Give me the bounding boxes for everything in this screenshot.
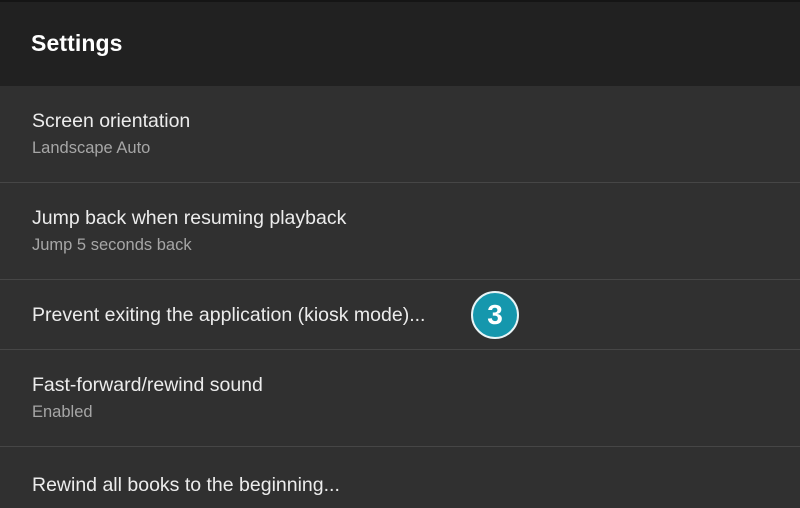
step-number-badge: 3 xyxy=(471,291,519,339)
kiosk-mode-setting[interactable]: Prevent exiting the application (kiosk m… xyxy=(0,280,800,350)
setting-summary: Jump 5 seconds back xyxy=(32,236,192,254)
setting-title: Fast-forward/rewind sound xyxy=(32,374,263,396)
jump-back-setting[interactable]: Jump back when resuming playback Jump 5 … xyxy=(0,183,800,280)
settings-screen: Settings Screen orientation Landscape Au… xyxy=(0,0,800,508)
settings-list: Screen orientation Landscape Auto Jump b… xyxy=(0,86,800,508)
rewind-all-books-setting[interactable]: Rewind all books to the beginning... xyxy=(0,447,800,508)
app-bar: Settings xyxy=(0,2,800,86)
setting-title: Screen orientation xyxy=(32,110,191,132)
screen-orientation-setting[interactable]: Screen orientation Landscape Auto xyxy=(0,86,800,183)
setting-summary: Landscape Auto xyxy=(32,139,151,157)
setting-title: Jump back when resuming playback xyxy=(32,207,347,229)
fast-forward-sound-setting[interactable]: Fast-forward/rewind sound Enabled xyxy=(0,350,800,447)
setting-summary: Enabled xyxy=(32,403,93,421)
setting-title: Rewind all books to the beginning... xyxy=(32,473,340,496)
page-title: Settings xyxy=(31,29,123,56)
setting-title: Prevent exiting the application (kiosk m… xyxy=(32,303,426,326)
